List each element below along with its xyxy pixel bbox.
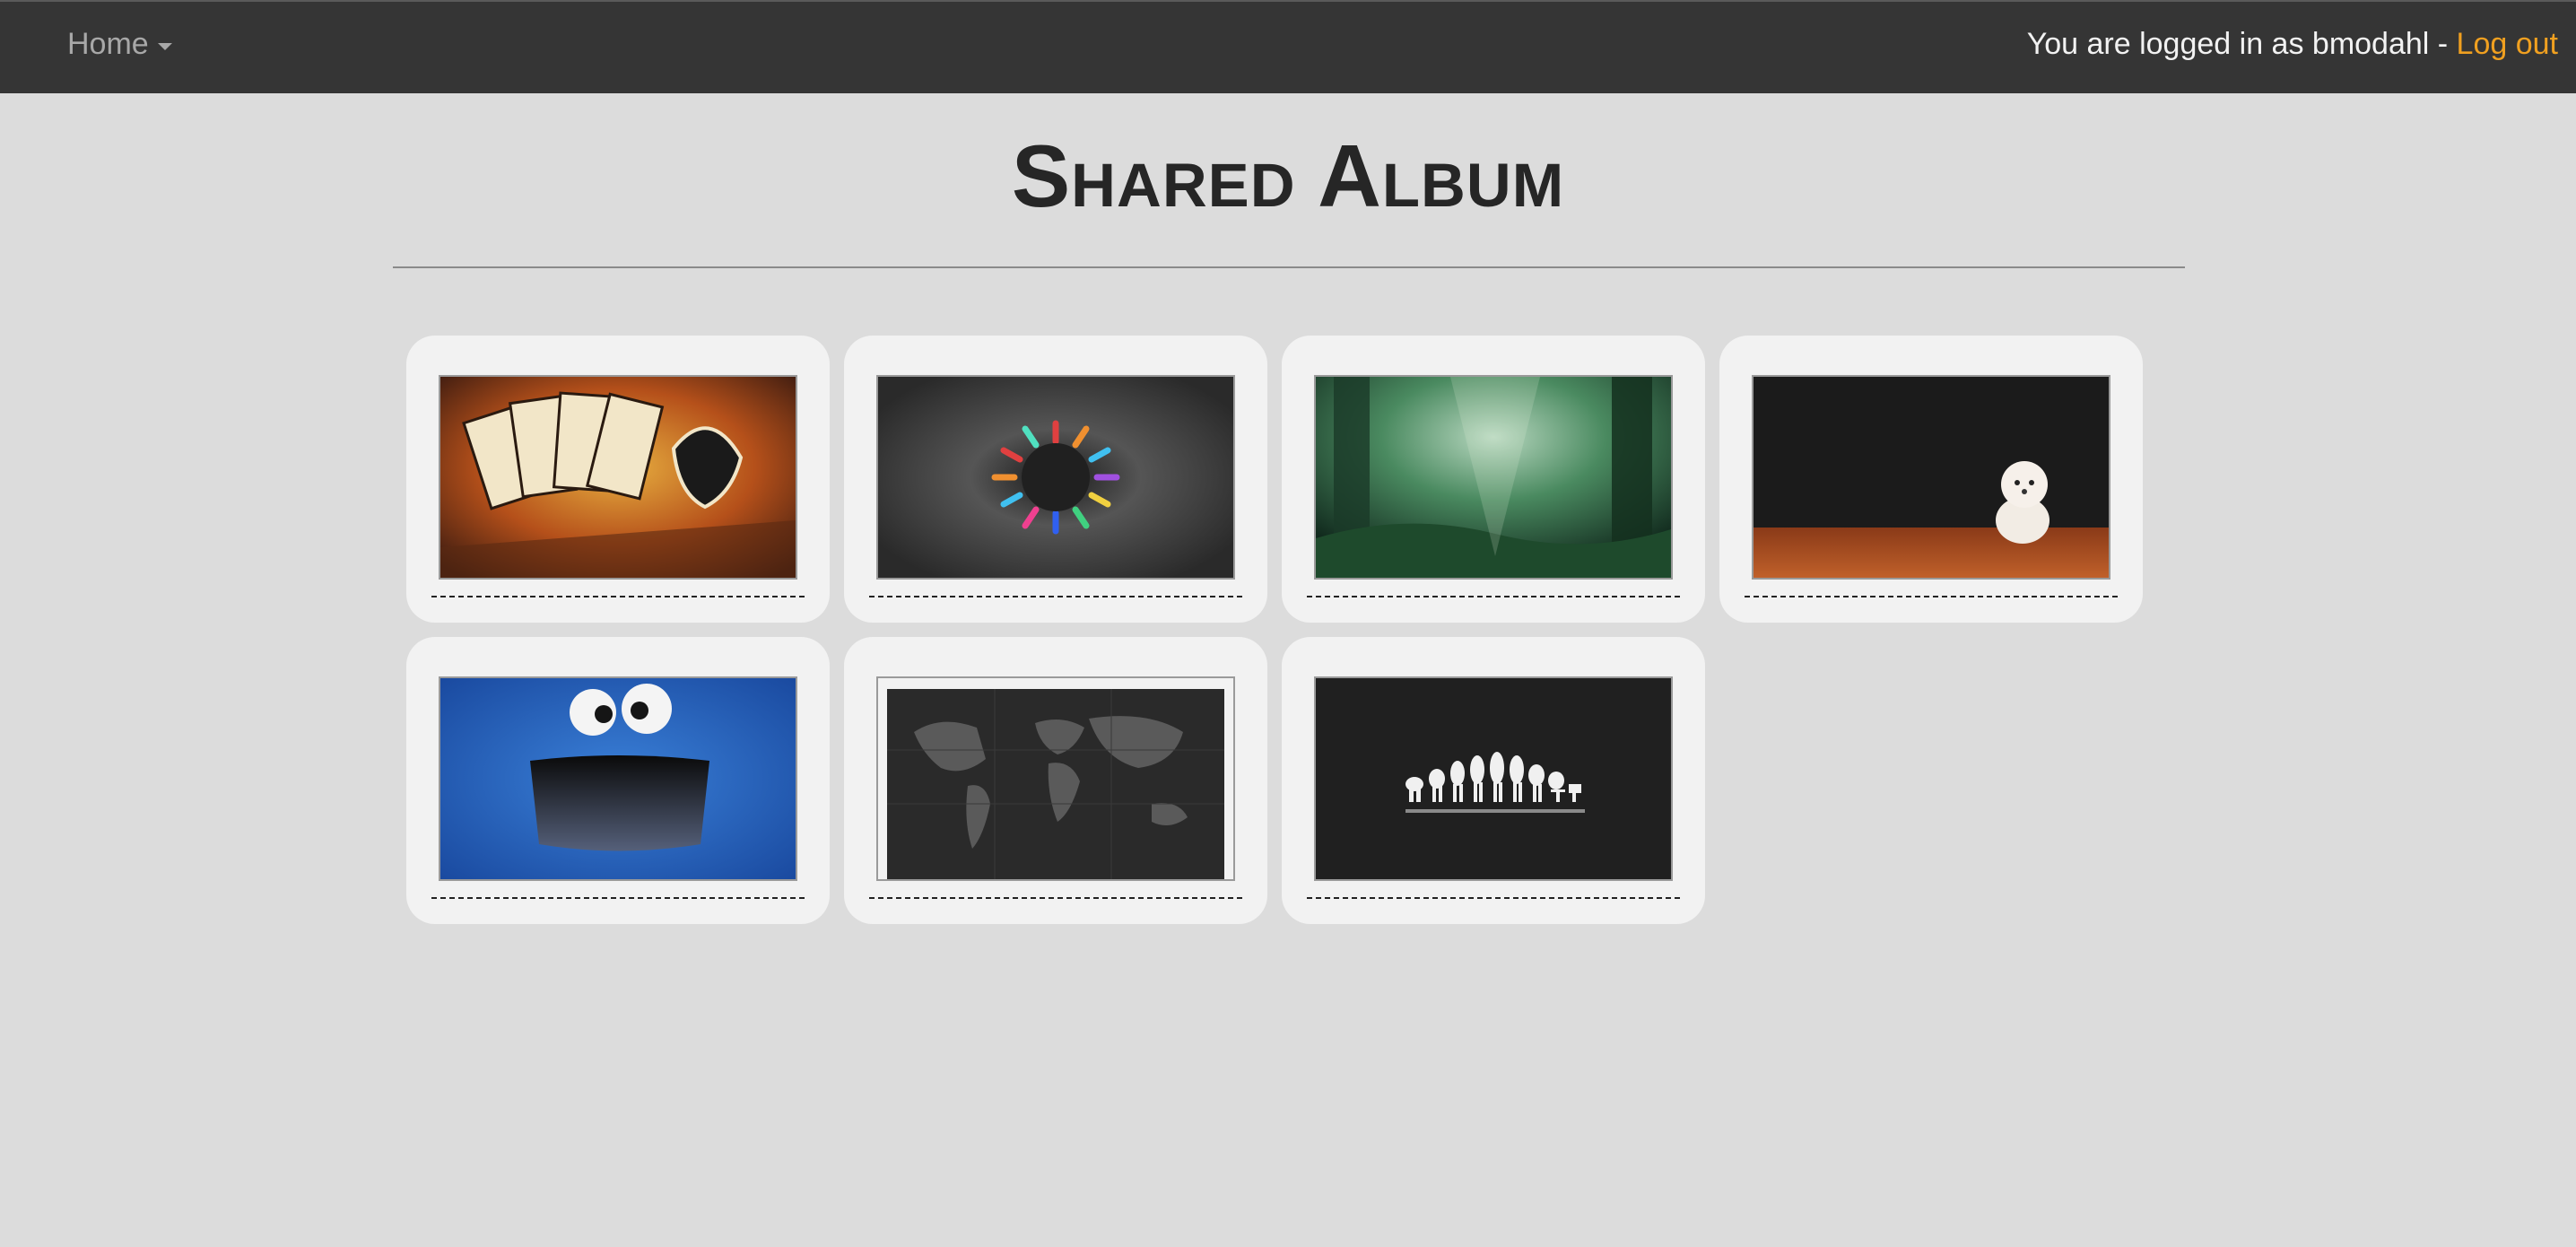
photo-card[interactable] <box>1282 637 1705 924</box>
photo-card[interactable] <box>1282 336 1705 623</box>
photo-caption <box>1307 897 1680 899</box>
photo-caption <box>1307 596 1680 597</box>
photo-thumbnail-monster[interactable] <box>439 676 797 881</box>
photo-caption <box>869 596 1242 597</box>
photo-thumbnail-puppy[interactable] <box>1752 375 2110 580</box>
login-status-text: You are logged in as bmodahl - <box>2026 27 2457 61</box>
photo-thumbnail-forest[interactable] <box>1314 375 1673 580</box>
login-status: You are logged in as bmodahl - Log out <box>2027 27 2558 62</box>
home-menu-label: Home <box>67 27 149 61</box>
photo-card[interactable] <box>406 637 830 924</box>
photo-caption <box>1745 596 2118 597</box>
photo-caption <box>431 897 805 899</box>
photo-card[interactable] <box>406 336 830 623</box>
photo-thumbnail-world-map[interactable] <box>876 676 1235 881</box>
page-title: Shared Album <box>1011 126 1565 225</box>
logout-link[interactable]: Log out <box>2457 27 2558 61</box>
navbar: Home You are logged in as bmodahl - Log … <box>0 0 2576 93</box>
home-menu[interactable]: Home <box>67 27 172 62</box>
caret-down-icon <box>157 42 172 50</box>
title-divider <box>393 266 2185 268</box>
photo-thumbnail-cards[interactable] <box>439 375 797 580</box>
photo-thumbnail-evolution[interactable] <box>1314 676 1673 881</box>
photo-caption <box>869 897 1242 899</box>
photo-card[interactable] <box>1719 336 2143 623</box>
photo-card[interactable] <box>844 336 1267 623</box>
photo-card[interactable] <box>844 637 1267 924</box>
photo-thumbnail-burst[interactable] <box>876 375 1235 580</box>
photo-caption <box>431 596 805 597</box>
